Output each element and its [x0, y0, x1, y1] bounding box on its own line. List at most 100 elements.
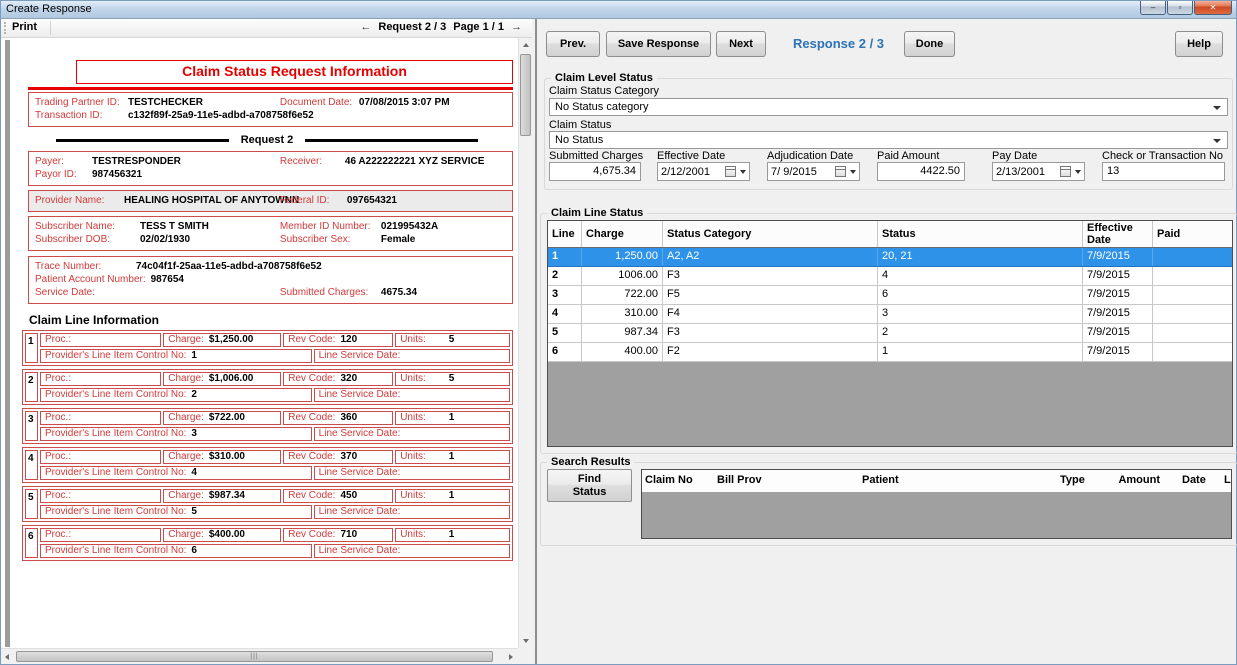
next-request-arrow-icon[interactable]: →: [511, 21, 522, 33]
header-date[interactable]: Date: [1179, 470, 1221, 492]
minimize-button[interactable]: –: [1140, 1, 1166, 15]
cell-charge: 1006.00: [582, 267, 663, 285]
rev-code-label: Rev Code:: [288, 373, 335, 385]
cell-paid: [1153, 343, 1232, 361]
control-no-value: 3: [191, 428, 197, 440]
horizontal-scrollbar[interactable]: |||: [1, 648, 518, 664]
submitted-charges-label: Submitted Charges: [549, 150, 643, 162]
prev-request-arrow-icon[interactable]: ←: [360, 21, 371, 33]
cell-status-category: A2, A2: [663, 248, 878, 266]
claim-line-row-6[interactable]: 6 400.00 F2 1 7/9/2015: [548, 343, 1232, 362]
scroll-right-button[interactable]: [504, 650, 518, 664]
cell-effective-date: 7/9/2015: [1083, 286, 1153, 304]
claim-status-select[interactable]: No Status: [549, 131, 1228, 149]
document-date-label: Document Date:: [280, 96, 354, 109]
cell-status-category: F2: [663, 343, 878, 361]
claim-status-category-select[interactable]: No Status category: [549, 98, 1228, 116]
next-button[interactable]: Next: [716, 31, 766, 57]
chevron-down-icon[interactable]: [740, 170, 746, 174]
close-button[interactable]: ✕: [1194, 1, 1232, 15]
print-button[interactable]: Print: [12, 21, 37, 33]
header-charge[interactable]: Charge: [582, 221, 663, 247]
calendar-icon[interactable]: [725, 166, 736, 177]
rev-code-value: 120: [340, 334, 357, 346]
units-value: 5: [449, 334, 455, 346]
up-arrow-icon: [523, 43, 529, 47]
header-claim-no[interactable]: Claim No: [642, 470, 714, 492]
adjudication-date-label: Adjudication Date: [767, 150, 853, 162]
claim-line-box-6: 6 Proc.: Charge:$400.00 Rev Code:710 Uni…: [22, 525, 513, 561]
cell-paid: [1153, 324, 1232, 342]
header-paid[interactable]: Paid: [1153, 221, 1232, 247]
pay-date-picker[interactable]: 2/13/2001: [992, 162, 1085, 181]
line-service-date-label: Line Service Date:: [319, 467, 401, 479]
header-bill-prov[interactable]: Bill Prov: [714, 470, 859, 492]
charge-value: $987.34: [209, 490, 245, 502]
chevron-down-icon[interactable]: [850, 170, 856, 174]
calendar-icon[interactable]: [835, 166, 846, 177]
adjudication-date-picker[interactable]: 7/ 9/2015: [767, 162, 860, 181]
paid-amount-input[interactable]: 4422.50: [877, 162, 965, 181]
help-button[interactable]: Help: [1175, 31, 1223, 57]
claim-line-row-4[interactable]: 4 310.00 F4 3 7/9/2015: [548, 305, 1232, 324]
calendar-icon[interactable]: [1060, 166, 1071, 177]
header-status[interactable]: Status: [878, 221, 1083, 247]
cell-line: 1: [548, 248, 582, 266]
payer-box: Payer:TESTRESPONDER Receiver:46 A2222222…: [28, 151, 513, 186]
claim-line-row-1-selected[interactable]: 1 1,250.00 A2, A2 20, 21 7/9/2015: [548, 248, 1232, 267]
charge-label: Charge:: [168, 412, 204, 424]
claim-line-row-5[interactable]: 5 987.34 F3 2 7/9/2015: [548, 324, 1232, 343]
control-no-label: Provider's Line Item Control No:: [45, 428, 186, 440]
document-viewer: Claim Status Request Information Trading…: [1, 38, 532, 664]
scroll-up-button[interactable]: [519, 38, 533, 52]
effective-date-label: Effective Date: [657, 150, 725, 162]
prev-button[interactable]: Prev.: [546, 31, 600, 57]
window-title: Create Response: [6, 3, 92, 15]
vertical-scrollbar[interactable]: [518, 38, 532, 648]
units-label: Units:: [400, 373, 426, 385]
chevron-down-icon: [1213, 106, 1221, 110]
units-label: Units:: [400, 334, 426, 346]
line-number: 4: [25, 450, 38, 480]
done-button[interactable]: Done: [904, 31, 955, 57]
header-load[interactable]: Load: [1221, 470, 1231, 492]
scroll-left-button[interactable]: [1, 650, 15, 664]
claim-level-status-heading: Claim Level Status: [551, 72, 657, 84]
submitted-charges-input[interactable]: 4,675.34: [549, 162, 641, 181]
header-amount[interactable]: Amount: [1099, 470, 1163, 492]
check-transaction-input[interactable]: 13: [1102, 162, 1225, 181]
line-number: 2: [25, 372, 38, 402]
units-label: Units:: [400, 451, 426, 463]
cell-status-category: F3: [663, 324, 878, 342]
header-type[interactable]: Type: [1057, 470, 1099, 492]
vertical-scroll-thumb[interactable]: [520, 54, 531, 136]
service-date-label: Service Date:: [35, 286, 95, 299]
header-status-category[interactable]: Status Category: [663, 221, 878, 247]
control-no-value: 1: [191, 350, 197, 362]
claim-line-row-3[interactable]: 3 722.00 F5 6 7/9/2015: [548, 286, 1232, 305]
header-patient[interactable]: Patient: [859, 470, 1057, 492]
claim-line-box-4: 4 Proc.: Charge:$310.00 Rev Code:370 Uni…: [22, 447, 513, 483]
horizontal-scroll-thumb[interactable]: |||: [16, 651, 493, 662]
rev-code-value: 320: [340, 373, 357, 385]
payor-id-value: 987456321: [92, 168, 142, 181]
claim-line-row-2[interactable]: 2 1006.00 F3 4 7/9/2015: [548, 267, 1232, 286]
rev-code-value: 450: [340, 490, 357, 502]
provider-box: Provider Name:HEALING HOSPITAL OF ANYTOW…: [28, 190, 513, 212]
subscriber-sex-value: Female: [381, 233, 415, 246]
header-effective-date[interactable]: Effective Date: [1083, 221, 1153, 247]
line-number: 3: [25, 411, 38, 441]
submitted-charges-doc-value: 4675.34: [381, 286, 417, 299]
effective-date-picker[interactable]: 2/12/2001: [657, 162, 750, 181]
units-value: 1: [449, 490, 455, 502]
scroll-down-button[interactable]: [519, 634, 533, 648]
patient-account-value: 987654: [151, 273, 184, 286]
save-response-button[interactable]: Save Response: [606, 31, 711, 57]
toolbar-separator: [50, 21, 51, 35]
chevron-down-icon[interactable]: [1075, 170, 1081, 174]
header-line[interactable]: Line: [548, 221, 582, 247]
maximize-button[interactable]: ▫: [1167, 1, 1193, 15]
claim-line-box-2: 2 Proc.: Charge:$1,006.00 Rev Code:320 U…: [22, 369, 513, 405]
right-arrow-icon: [509, 654, 513, 660]
find-status-button[interactable]: Find Status: [547, 469, 632, 502]
